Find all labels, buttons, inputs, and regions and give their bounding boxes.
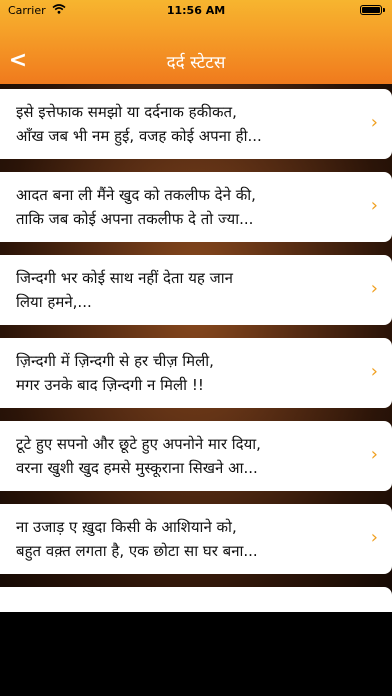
list-item[interactable]: ज़िन्दगी में ज़िन्दगी से हर चीज़ मिली, म… [0, 338, 392, 408]
list-item-text: इसे इत्तेफाक समझो या दर्दनाक हकीकत, आँख … [16, 103, 262, 145]
chevron-right-icon: › [370, 278, 378, 299]
page-title: दर्द स्टेटस [166, 53, 226, 73]
chevron-right-icon: › [370, 444, 378, 465]
list-item-text: ना उजाड़ ए ख़ुदा किसी के आशियाने को, बहु… [16, 518, 258, 560]
bottom-area [0, 612, 392, 696]
list-item[interactable]: ना उजाड़ ए ख़ुदा किसी के आशियाने को, बहु… [0, 504, 392, 574]
list-item[interactable]: टूटे हुए सपनो और छूटे हुए अपनोने मार दिय… [0, 421, 392, 491]
list-item-text: ज़िन्दगी में ज़िन्दगी से हर चीज़ मिली, म… [16, 352, 214, 394]
navigation-bar: < दर्द स्टेटस [0, 24, 392, 84]
list-item[interactable]: आदत बना ली मैंने खुद को तकलीफ देने की, त… [0, 172, 392, 242]
list-item-partial[interactable] [0, 587, 392, 612]
list-item-text: जिन्दगी भर कोई साथ नहीं देता यह जान लिया… [16, 269, 233, 311]
list-item[interactable]: जिन्दगी भर कोई साथ नहीं देता यह जान लिया… [0, 255, 392, 325]
status-list[interactable]: इसे इत्तेफाक समझो या दर्दनाक हकीकत, आँख … [0, 84, 392, 612]
list-item[interactable]: इसे इत्तेफाक समझो या दर्दनाक हकीकत, आँख … [0, 89, 392, 159]
app-screen: Carrier 11:56 AM < दर्द स्टेटस इसे इत्ते… [0, 0, 392, 696]
list-item-text: आदत बना ली मैंने खुद को तकलीफ देने की, त… [16, 186, 256, 228]
status-time: 11:56 AM [166, 4, 226, 17]
status-bar: Carrier 11:56 AM [0, 0, 392, 24]
chevron-right-icon: › [370, 112, 378, 133]
battery-icon [360, 5, 385, 15]
chevron-right-icon: › [370, 195, 378, 216]
chevron-right-icon: › [370, 527, 378, 548]
chevron-right-icon: › [370, 361, 378, 382]
list-item-text: टूटे हुए सपनो और छूटे हुए अपनोने मार दिय… [16, 435, 261, 477]
